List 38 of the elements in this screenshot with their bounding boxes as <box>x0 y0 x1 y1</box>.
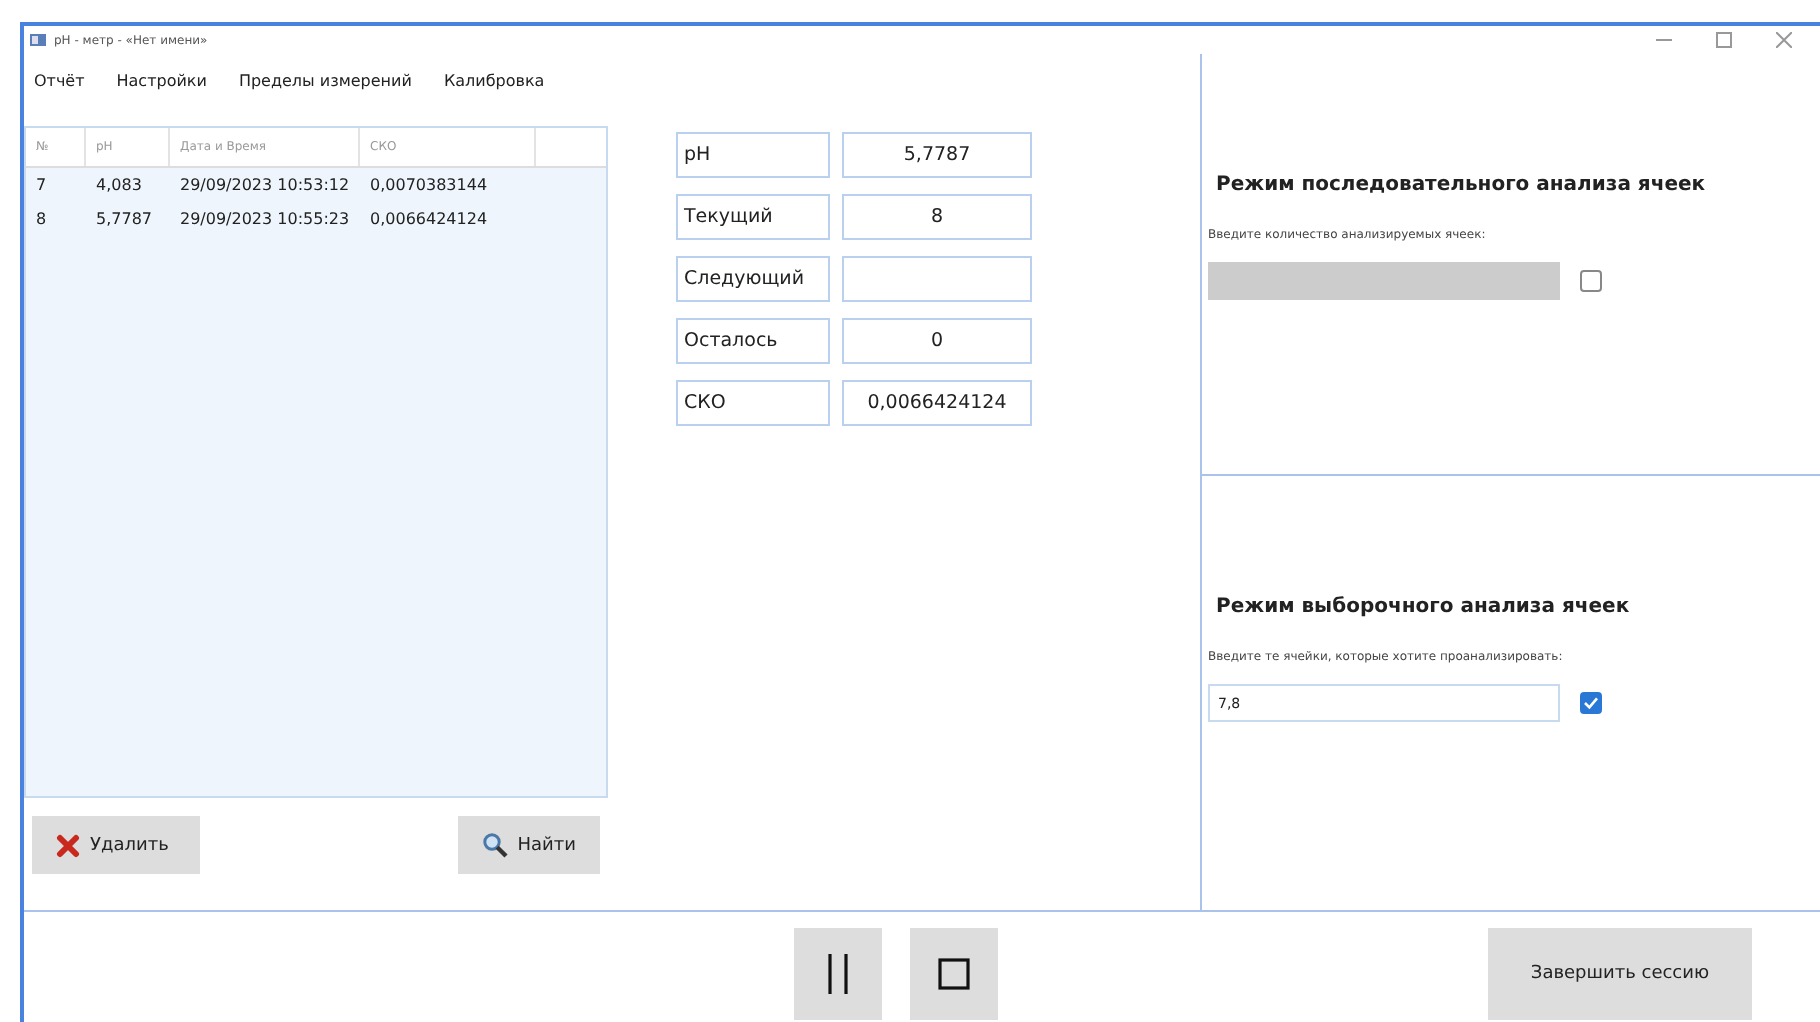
menu-item[interactable]: Отчёт <box>34 72 85 106</box>
checkbox[interactable] <box>1580 692 1602 714</box>
table-row[interactable]: 7 4,083 29/09/2023 10:53:12 0,0070383144 <box>26 168 606 202</box>
table-cell-text: 8 <box>34 210 49 228</box>
reading-label: СКО <box>676 380 830 426</box>
app-icon <box>30 34 46 46</box>
menu-item[interactable]: Калибровка <box>443 72 545 106</box>
stop-icon <box>938 957 970 989</box>
menu-item[interactable]: Настройки <box>116 72 207 106</box>
section-title: Режим последовательного анализа ячеек <box>1214 174 1708 196</box>
close-icon[interactable] <box>1776 32 1792 48</box>
find-button[interactable]: Найти <box>457 816 600 874</box>
cross-icon <box>56 833 80 857</box>
delete-button[interactable]: Удалить <box>32 816 201 874</box>
menu-item[interactable]: Пределы измерений <box>238 72 412 106</box>
table-cell-text: 29/09/2023 10:53:12 <box>178 176 352 194</box>
reading-label: Текущий <box>676 194 830 240</box>
search-icon <box>481 832 508 858</box>
reading-label: Следующий <box>676 256 830 302</box>
reading-value: 5,7787 <box>842 132 1032 178</box>
table-cell-text: 0,0070383144 <box>368 176 490 194</box>
table-row[interactable]: 8 5,7787 29/09/2023 10:55:23 0,0066424124 <box>26 202 606 236</box>
table-cell-text: 7 <box>34 176 49 194</box>
reading-value: 0,0066424124 <box>842 380 1032 426</box>
reading-label: pH <box>676 132 830 178</box>
maximize-icon[interactable] <box>1716 32 1732 48</box>
stop-button[interactable] <box>910 927 998 1019</box>
table-cell-text: 0,0066424124 <box>368 210 490 228</box>
pause-button[interactable] <box>794 927 882 1019</box>
table-cell-text: 29/09/2023 10:55:23 <box>178 210 352 228</box>
reading-label: Осталось <box>676 318 830 364</box>
table-cell-text: 4,083 <box>94 176 144 194</box>
reading-value: 0 <box>842 318 1032 364</box>
section-title: Режим выборочного анализа ячеек <box>1214 596 1632 618</box>
reading-value: 8 <box>842 194 1032 240</box>
table-cell-text: 5,7787 <box>94 210 154 228</box>
finish-session-button[interactable]: Завершить сессию <box>1488 927 1752 1019</box>
pause-icon <box>826 953 850 993</box>
